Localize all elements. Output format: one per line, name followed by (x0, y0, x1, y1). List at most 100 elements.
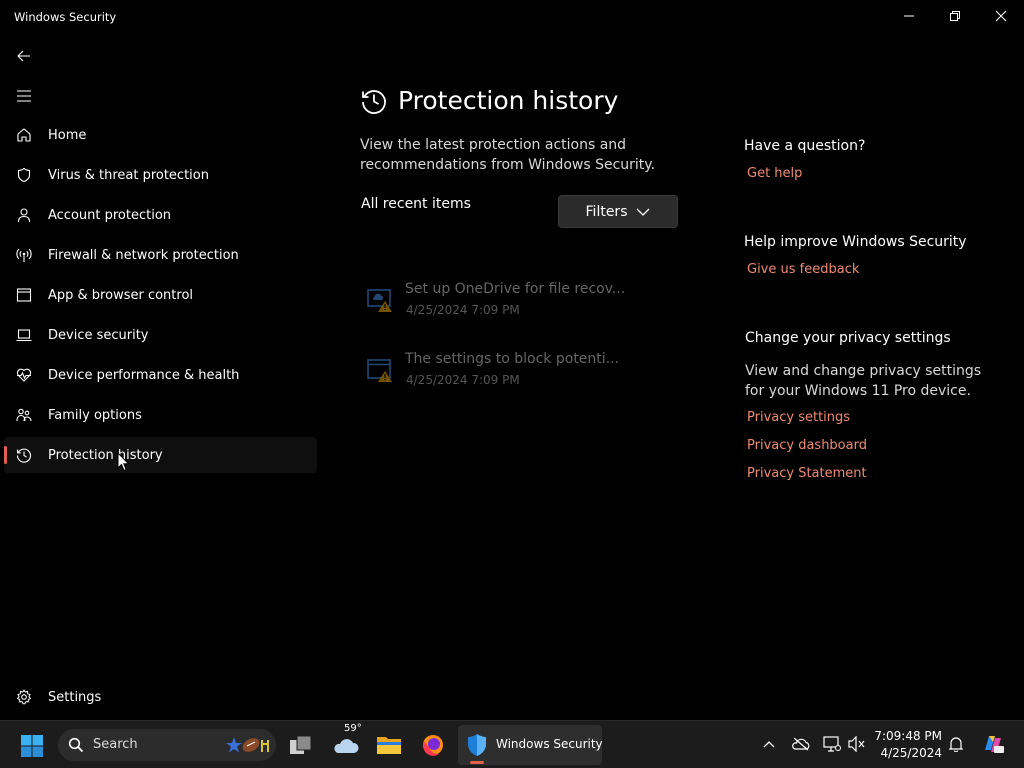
sidebar-item-label: Device security (48, 327, 149, 343)
privacy-statement-link[interactable]: Privacy Statement (747, 466, 867, 481)
task-view-button[interactable] (285, 729, 317, 761)
weather-temperature: 59° (344, 723, 362, 734)
sidebar-item-label: Home (48, 127, 87, 143)
get-help-link[interactable]: Get help (747, 166, 802, 181)
page-subtitle: View the latest protection actions and r… (360, 137, 656, 173)
file-explorer-button[interactable] (373, 729, 405, 761)
page-header: Protection history (360, 86, 618, 115)
show-hidden-icons-button[interactable] (758, 733, 780, 755)
onedrive-offline-icon (792, 737, 810, 751)
sidebar-nav: Home Virus & threat protection Account p… (4, 117, 317, 477)
sidebar-item-label: Device performance & health (48, 367, 240, 383)
close-icon (995, 10, 1007, 22)
search-label: Search (93, 737, 138, 752)
speaker-muted-icon (848, 736, 865, 752)
taskbar-search-box[interactable]: Search (58, 729, 276, 761)
volume-tray-button[interactable] (846, 733, 868, 755)
network-tray-button[interactable] (821, 733, 843, 755)
sidebar-item-label: Firewall & network protection (48, 247, 239, 263)
browser-window-icon (16, 287, 32, 303)
bell-icon (949, 737, 963, 752)
minimize-button[interactable] (886, 0, 932, 32)
help-improve-heading: Help improve Windows Security (744, 234, 967, 250)
filters-dropdown-button[interactable]: Filters (558, 195, 678, 228)
windows-security-taskbar-button[interactable]: Windows Security (458, 725, 603, 765)
sidebar-item-account-protection[interactable]: Account protection (4, 197, 317, 233)
antenna-icon (16, 247, 32, 263)
clock-time[interactable]: 7:09:48 PM (872, 729, 942, 743)
notifications-button[interactable] (945, 733, 967, 755)
network-icon (823, 736, 841, 752)
privacy-settings-link[interactable]: Privacy settings (747, 410, 850, 425)
sidebar-item-settings[interactable]: Settings (4, 679, 317, 715)
mouse-cursor-icon (117, 452, 130, 472)
sidebar-item-label: Account protection (48, 207, 172, 223)
title-bar: Windows Security (0, 0, 1024, 34)
sidebar-item-label: Protection history (48, 447, 163, 463)
sidebar-item-label: App & browser control (48, 287, 194, 303)
onedrive-tray-button[interactable] (790, 733, 812, 755)
chevron-down-icon (637, 208, 650, 216)
have-question-heading: Have a question? (744, 138, 866, 154)
laptop-icon (16, 327, 32, 343)
close-button[interactable] (978, 0, 1024, 32)
clock-date[interactable]: 4/25/2024 (872, 746, 942, 760)
back-arrow-icon (17, 50, 30, 62)
chevron-up-icon (763, 741, 775, 748)
defender-shield-icon (468, 734, 486, 756)
search-icon (68, 737, 84, 753)
history-icon (362, 89, 386, 114)
onedrive-warning-icon (367, 289, 392, 312)
cloud-icon (334, 739, 359, 753)
search-highlight-icon (226, 737, 269, 753)
app-warning-icon (367, 359, 392, 382)
history-item-date: 4/25/2024 7:09 PM (406, 373, 520, 387)
page-title: Protection history (398, 86, 619, 115)
give-feedback-link[interactable]: Give us feedback (747, 262, 859, 277)
restore-button[interactable] (932, 0, 978, 32)
privacy-heading: Change your privacy settings (745, 330, 951, 346)
sidebar-item-label: Family options (48, 407, 142, 423)
copilot-button[interactable] (980, 731, 1006, 757)
copilot-icon (985, 736, 1004, 753)
hamburger-icon (17, 90, 31, 102)
home-icon (16, 127, 32, 143)
sidebar-item-app-browser[interactable]: App & browser control (4, 277, 317, 313)
history-item-title: The settings to block potenti... (405, 351, 620, 367)
privacy-dashboard-link[interactable]: Privacy dashboard (747, 438, 867, 453)
sidebar-item-device-performance[interactable]: Device performance & health (4, 357, 317, 393)
settings-label: Settings (48, 689, 102, 705)
sidebar-item-label: Virus & threat protection (48, 167, 209, 183)
hamburger-menu-button[interactable] (10, 84, 38, 108)
taskbar: Search 59° Windows Security 7:09:48 PM 4… (0, 720, 1024, 768)
filters-label: Filters (585, 203, 628, 220)
active-app-label: Windows Security (496, 737, 603, 751)
sidebar-item-virus-threat[interactable]: Virus & threat protection (4, 157, 317, 193)
sidebar-item-device-security[interactable]: Device security (4, 317, 317, 353)
sidebar-item-home[interactable]: Home (4, 117, 317, 153)
privacy-description: View and change privacy settings for you… (745, 363, 982, 399)
history-item-title: Set up OneDrive for file recov... (405, 281, 626, 297)
history-item[interactable]: The settings to block potenti... 4/25/20… (366, 351, 666, 395)
sidebar-item-protection-history[interactable]: Protection history (4, 437, 317, 473)
firefox-icon (423, 735, 443, 756)
back-button[interactable] (10, 44, 38, 68)
folder-icon (377, 737, 401, 754)
history-item[interactable]: Set up OneDrive for file recov... 4/25/2… (366, 281, 666, 325)
restore-icon (950, 11, 960, 21)
windows-start-icon[interactable] (20, 734, 44, 758)
history-item-date: 4/25/2024 7:09 PM (406, 303, 520, 317)
person-icon (16, 207, 32, 223)
firefox-button[interactable] (417, 729, 449, 761)
sidebar-item-firewall[interactable]: Firewall & network protection (4, 237, 317, 273)
active-indicator (470, 761, 484, 764)
heart-pulse-icon (16, 367, 32, 383)
family-icon (16, 407, 32, 423)
sidebar-item-family-options[interactable]: Family options (4, 397, 317, 433)
recent-items-label: All recent items (361, 196, 471, 212)
gear-icon (16, 689, 32, 705)
window-title: Windows Security (14, 10, 117, 24)
minimize-icon (904, 15, 914, 17)
history-icon (16, 447, 32, 463)
shield-icon (16, 167, 32, 183)
